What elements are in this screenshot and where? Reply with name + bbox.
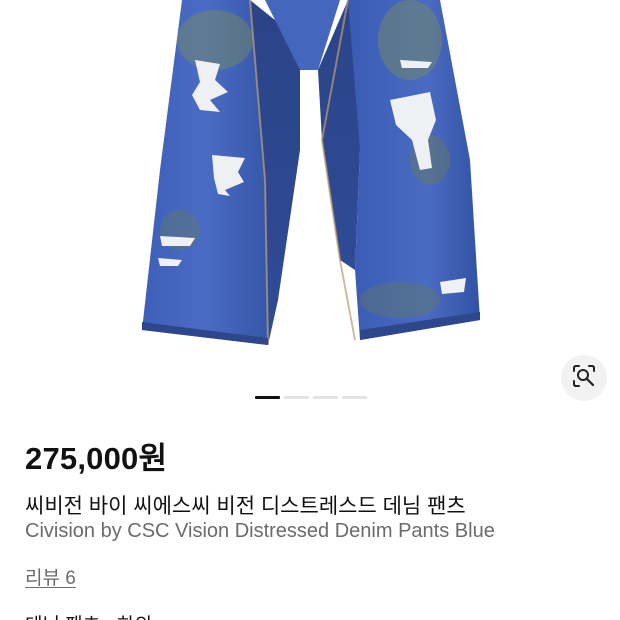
lens-search-icon [571,363,597,394]
pager-dot-3[interactable] [313,396,338,399]
product-title-english: Civision by CSC Vision Distressed Denim … [25,520,495,542]
pager-dot-4[interactable] [342,396,367,399]
product-title-korean: 씨비전 바이 씨에스씨 비전 디스트레스드 데님 팬츠 [25,495,466,518]
product-image[interactable] [0,0,620,380]
lens-search-button[interactable] [561,355,607,401]
denim-pants-illustration [142,0,480,346]
category-link[interactable]: 데님 팬츠 · 하의 [25,610,152,620]
pager-dot-2[interactable] [284,396,309,399]
reviews-link[interactable]: 리뷰 6 [25,563,76,590]
product-price: 275,000원 [25,441,168,476]
image-pager [255,396,367,399]
pager-dot-1[interactable] [255,396,280,399]
